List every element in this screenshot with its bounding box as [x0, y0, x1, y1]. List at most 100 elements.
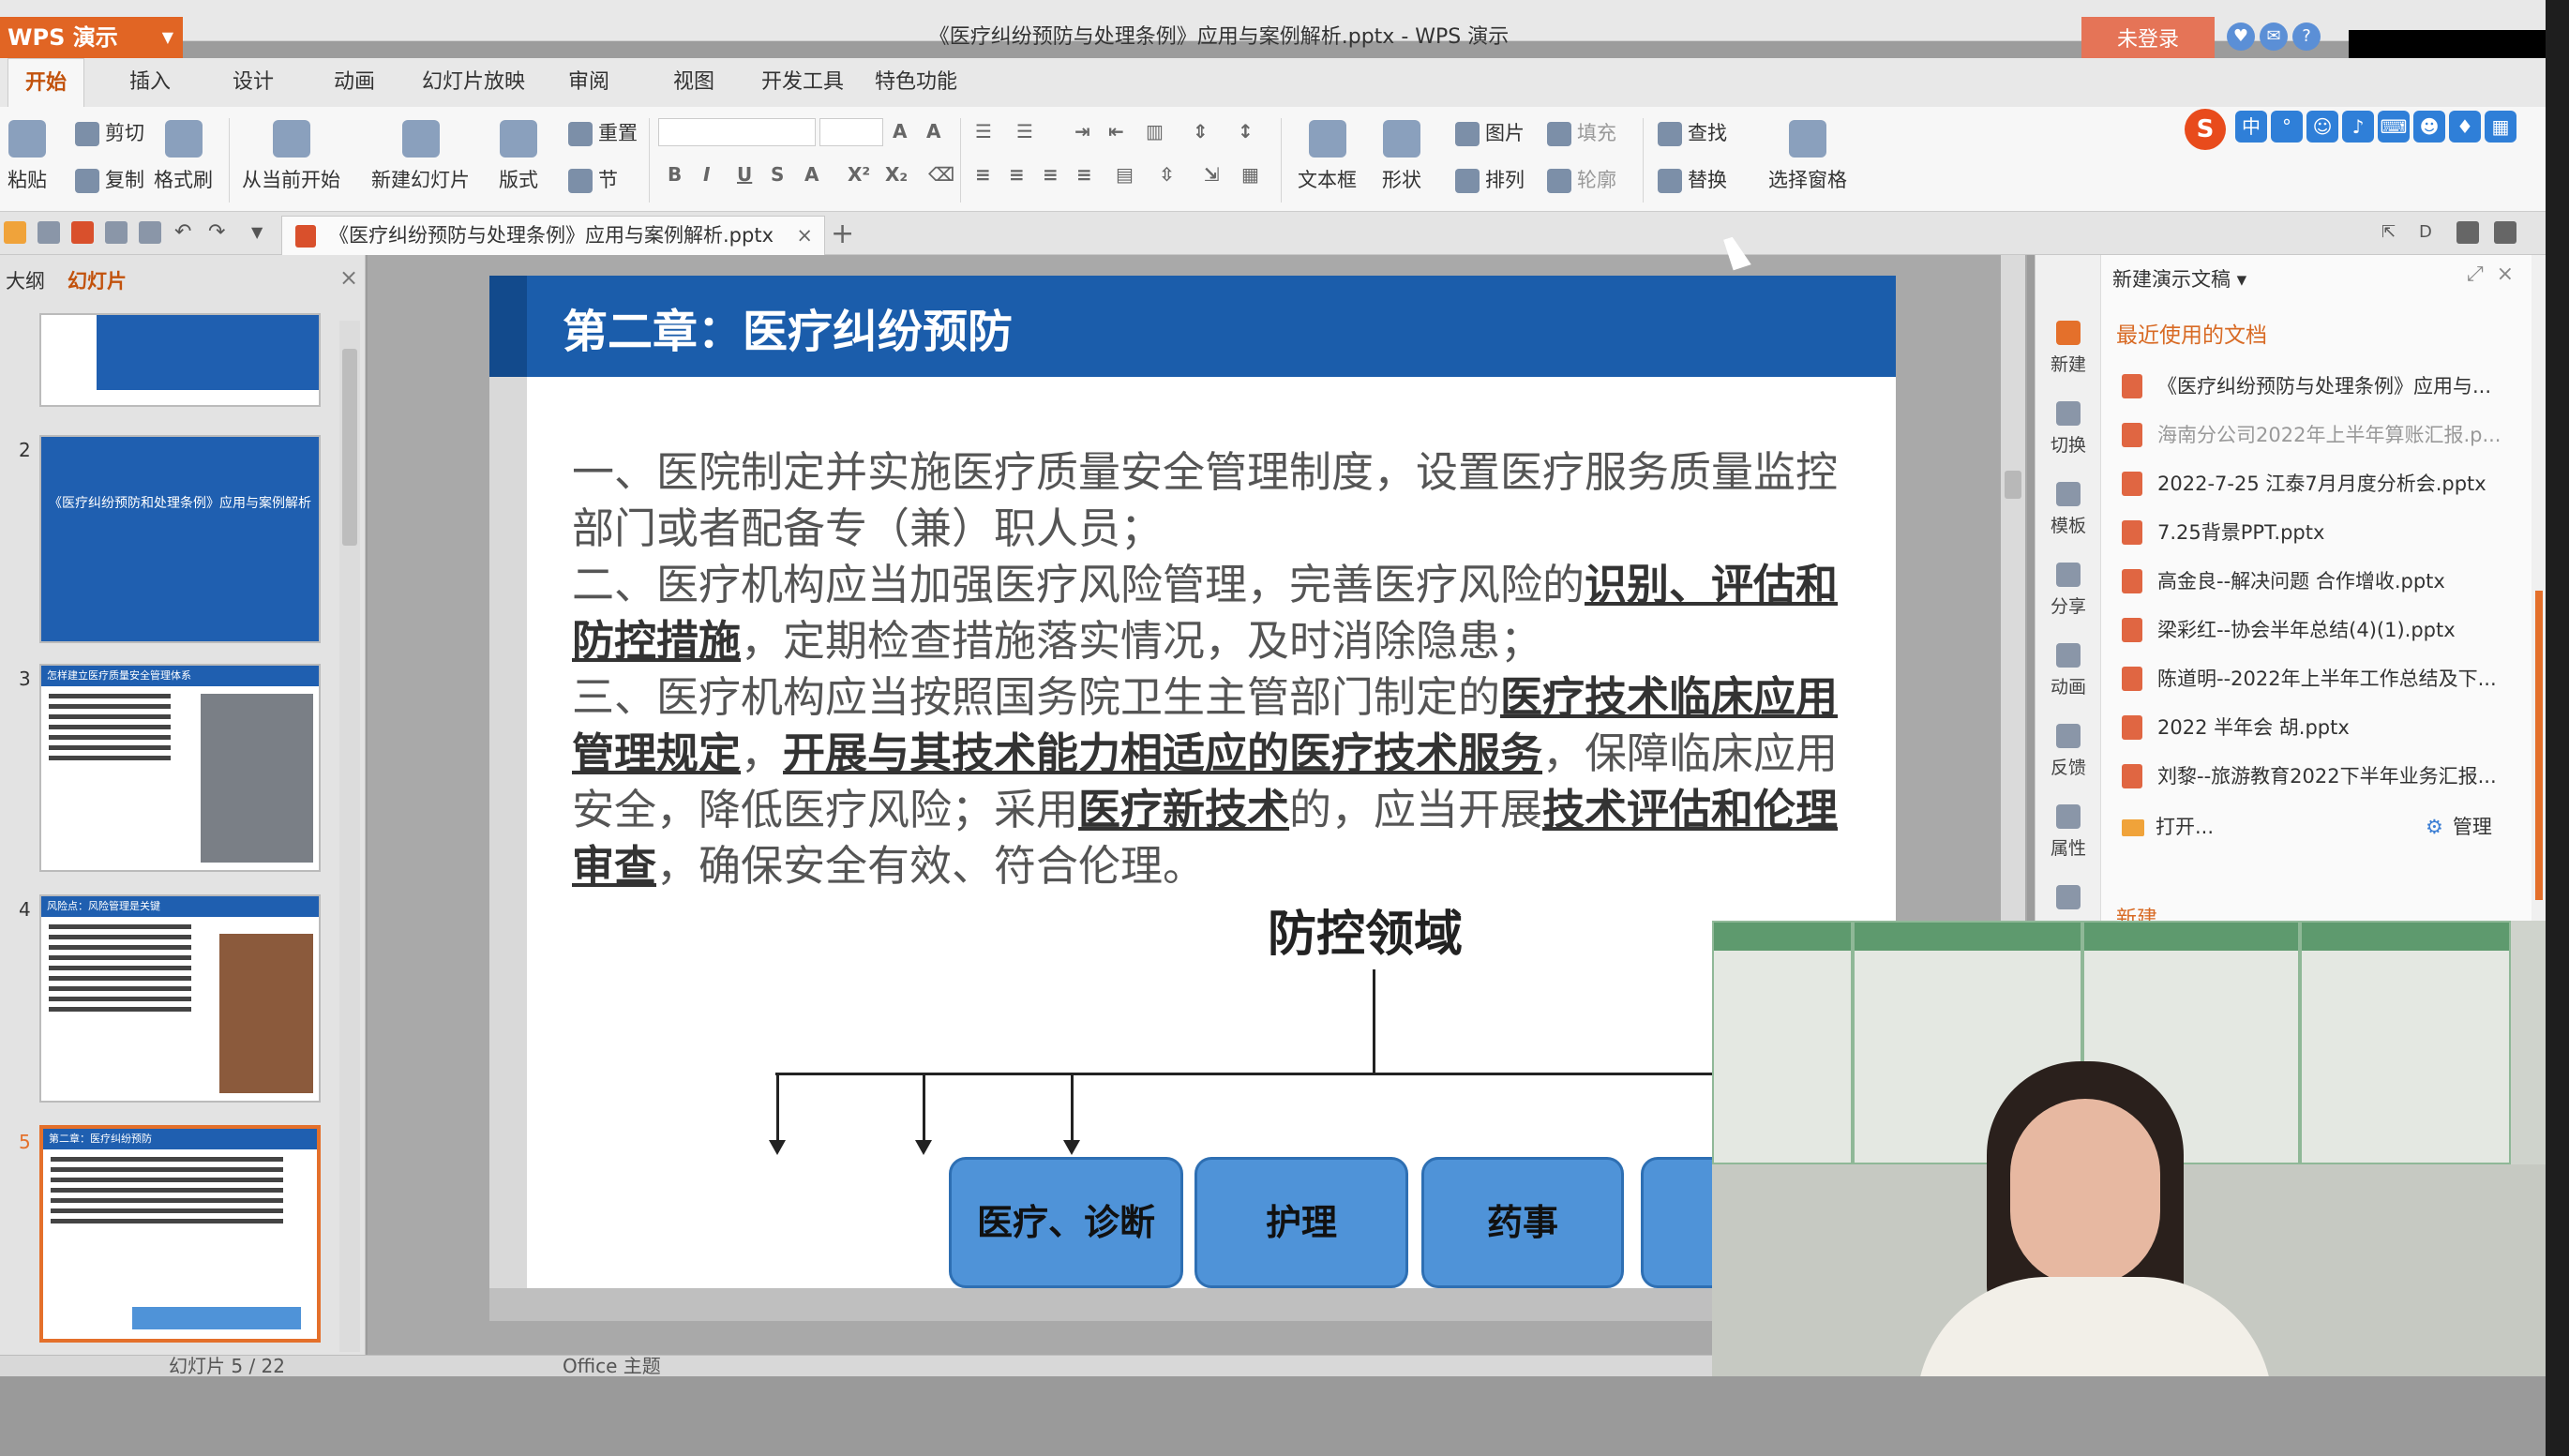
open-folder-icon[interactable]: [4, 221, 26, 244]
tab-slideshow[interactable]: 幻灯片放映: [405, 58, 542, 107]
smartart-icon[interactable]: ▦: [1241, 163, 1259, 186]
ime-punctuation-icon[interactable]: °: [2271, 111, 2303, 143]
tab-review[interactable]: 审阅: [551, 58, 626, 107]
superscript-icon[interactable]: X²: [848, 163, 870, 186]
recent-doc-item[interactable]: 《医疗纠纷预防与处理条例》应用与...: [2122, 362, 2534, 411]
ime-emoji-icon[interactable]: ☺: [2306, 111, 2338, 143]
numbered-list-icon[interactable]: ☰: [1016, 120, 1033, 143]
find-button[interactable]: 查找: [1658, 118, 1727, 146]
grow-font-icon[interactable]: A: [893, 120, 907, 143]
bullet-list-icon[interactable]: ☰: [975, 120, 992, 143]
print-preview-icon[interactable]: [139, 221, 161, 244]
reset-button[interactable]: 重置: [568, 118, 638, 146]
open-file-button[interactable]: 打开...: [2122, 812, 2214, 840]
diagram-box-medical[interactable]: 医疗、诊断: [949, 1157, 1183, 1288]
print-icon[interactable]: [105, 221, 128, 244]
tab-home[interactable]: 开始: [8, 58, 85, 107]
align-right-icon[interactable]: ≡: [1043, 163, 1059, 186]
shape-button[interactable]: 形状: [1382, 120, 1421, 193]
slide-body-text[interactable]: 一、医院制定并实施医疗质量安全管理制度，设置医疗服务质量监控部门或者配备专（兼）…: [572, 444, 1866, 894]
task-pane-header[interactable]: 新建演示文稿 ▾: [2112, 264, 2246, 293]
side-properties-button[interactable]: 属性: [2036, 804, 2101, 860]
share-icon[interactable]: D: [2419, 221, 2441, 244]
save-icon[interactable]: [38, 221, 60, 244]
align-text-icon[interactable]: ⇲: [1204, 163, 1220, 186]
diagram-box-pharmacy[interactable]: 药事: [1421, 1157, 1624, 1288]
columns-icon[interactable]: ▥: [1146, 120, 1164, 143]
strike-icon[interactable]: S: [771, 163, 784, 186]
side-template-button[interactable]: 模板: [2036, 482, 2101, 537]
export-pdf-icon[interactable]: [71, 221, 94, 244]
format-painter-button[interactable]: 格式刷: [154, 120, 213, 193]
slide-thumbnail-2[interactable]: 《医疗纠纷预防和处理条例》应用与案例解析: [39, 435, 321, 643]
manage-button[interactable]: ⚙ 管理: [2426, 812, 2492, 840]
help-icon[interactable]: ?: [2292, 23, 2321, 51]
recent-doc-item[interactable]: 7.25背景PPT.pptx: [2122, 508, 2534, 557]
skin-icon[interactable]: ♥: [2227, 23, 2255, 51]
sogou-ime-icon[interactable]: S: [2185, 109, 2226, 150]
align-left-icon[interactable]: ≡: [975, 163, 991, 186]
tab-outline[interactable]: 大纲: [6, 266, 45, 294]
slide-thumbnail-1[interactable]: [39, 313, 321, 407]
distribute-icon[interactable]: ▤: [1116, 163, 1134, 186]
arrange-button[interactable]: 排列: [1455, 165, 1525, 193]
bold-icon[interactable]: B: [668, 163, 682, 186]
pin-icon[interactable]: ⇱: [2381, 221, 2404, 244]
close-icon[interactable]: ×: [339, 264, 358, 291]
font-color-icon[interactable]: A: [804, 163, 819, 186]
tab-developer[interactable]: 开发工具: [744, 58, 861, 107]
ime-skin-icon[interactable]: ♦: [2449, 111, 2481, 143]
replace-button[interactable]: 替换: [1658, 165, 1727, 193]
slide-thumbnail-4[interactable]: 风险点：风险管理是关键: [39, 894, 321, 1103]
document-tab[interactable]: 《医疗纠纷预防与处理条例》应用与案例解析.pptx ×: [281, 216, 825, 255]
customize-chevron-icon[interactable]: ▼: [251, 221, 274, 244]
text-direction-icon[interactable]: ↕: [1238, 120, 1254, 143]
chat-icon[interactable]: ✉: [2260, 23, 2288, 51]
side-feedback-button[interactable]: 反馈: [2036, 724, 2101, 779]
close-icon[interactable]: ×: [2497, 263, 2514, 286]
slide-canvas[interactable]: 第二章：医疗纠纷预防 一、医院制定并实施医疗质量安全管理制度，设置医疗服务质量监…: [489, 276, 1896, 1321]
fill-button[interactable]: 填充: [1547, 118, 1616, 146]
cut-button[interactable]: 剪切: [75, 118, 144, 146]
recent-doc-item[interactable]: 海南分公司2022年上半年算账汇报.p...: [2122, 411, 2534, 459]
diagram-title[interactable]: 防控领域: [1268, 894, 1463, 965]
slide-heading[interactable]: 第二章：医疗纠纷预防: [563, 294, 1013, 360]
shrink-font-icon[interactable]: A: [926, 120, 940, 143]
new-tab-plus-icon[interactable]: +: [831, 214, 854, 255]
tab-features[interactable]: 特色功能: [858, 58, 974, 107]
recent-doc-item[interactable]: 2022 半年会 胡.pptx: [2122, 703, 2534, 752]
subscript-icon[interactable]: X₂: [885, 163, 908, 186]
textbox-button[interactable]: 文本框: [1298, 120, 1357, 193]
new-slide-button[interactable]: 新建幻灯片: [371, 120, 470, 193]
tab-design[interactable]: 设计: [216, 58, 291, 107]
side-transition-button[interactable]: 切换: [2036, 401, 2101, 457]
from-current-button[interactable]: 从当前开始: [242, 120, 340, 193]
panel-scrollbar[interactable]: [339, 321, 360, 1352]
undo-icon[interactable]: ↶: [174, 221, 197, 244]
section-button[interactable]: 节: [568, 165, 618, 193]
collapse-icon[interactable]: ⤢: [2467, 263, 2484, 286]
tab-animation[interactable]: 动画: [317, 58, 392, 107]
fullscreen-icon[interactable]: [2456, 221, 2479, 244]
diagram-box-nursing[interactable]: 护理: [1194, 1157, 1408, 1288]
italic-icon[interactable]: I: [703, 163, 710, 186]
recent-doc-item[interactable]: 2022-7-25 江泰7月月度分析会.pptx: [2122, 459, 2534, 508]
redo-icon[interactable]: ↷: [208, 221, 231, 244]
picture-button[interactable]: 图片: [1455, 118, 1525, 146]
line-spacing-icon[interactable]: ⇕: [1193, 120, 1209, 143]
indent-icon[interactable]: ⇥: [1074, 120, 1090, 143]
ime-user-icon[interactable]: ☻: [2413, 111, 2445, 143]
ime-toolbox-icon[interactable]: ▦: [2485, 111, 2516, 143]
underline-icon[interactable]: U: [737, 163, 752, 186]
outline-button[interactable]: 轮廓: [1547, 165, 1616, 193]
slide-thumbnail-3[interactable]: 怎样建立医疗质量安全管理体系: [39, 664, 321, 872]
task-pane-controls[interactable]: ⤢ ×: [2467, 263, 2514, 286]
minimize-ribbon-icon[interactable]: [2494, 221, 2516, 244]
side-new-button[interactable]: 新建: [2036, 321, 2101, 376]
paste-button[interactable]: 粘贴: [8, 120, 47, 193]
font-name-select[interactable]: [658, 118, 816, 146]
copy-button[interactable]: 复制: [75, 165, 144, 193]
outdent-icon[interactable]: ⇤: [1108, 120, 1124, 143]
clear-format-icon[interactable]: ⌫: [928, 163, 954, 186]
selection-pane-button[interactable]: 选择窗格: [1768, 120, 1847, 193]
